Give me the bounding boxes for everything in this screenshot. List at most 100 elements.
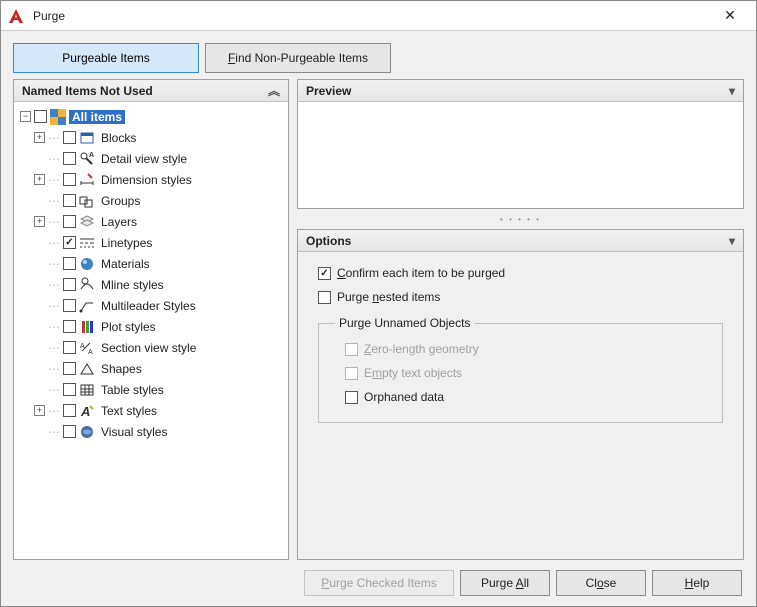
tree-expand-toggle[interactable]: + <box>34 405 45 416</box>
tree-item-checkbox[interactable] <box>63 194 76 207</box>
preview-header[interactable]: Preview ▾ <box>298 80 743 102</box>
table-styles-icon <box>79 382 95 398</box>
tree-item-checkbox[interactable] <box>63 215 76 228</box>
tree-connector-icon: ⋯ <box>48 362 60 376</box>
tree-item-checkbox[interactable] <box>63 236 76 249</box>
tree-connector-icon: ⋯ <box>48 194 60 208</box>
orphaned-data-checkbox[interactable]: Orphaned data <box>345 390 706 404</box>
tree-connector-icon: ⋯ <box>48 173 60 187</box>
preview-area <box>298 102 743 208</box>
close-button[interactable]: Close <box>556 570 646 596</box>
purge-unnamed-group: Purge Unnamed Objects Zero-length geomet… <box>318 316 723 423</box>
tree-item-checkbox[interactable] <box>63 383 76 396</box>
svg-text:A: A <box>80 404 90 419</box>
expand-arrow-icon: ▾ <box>729 84 735 98</box>
preview-title: Preview <box>306 84 351 98</box>
close-window-button[interactable]: ✕ <box>710 1 750 30</box>
tree-connector-icon: ⋯ <box>48 383 60 397</box>
tree-item-label[interactable]: Dimension styles <box>98 173 195 187</box>
mode-tabs: Purgeable Items Find Non-Purgeable Items <box>13 43 744 73</box>
tree-item-label[interactable]: Multileader Styles <box>98 299 199 313</box>
tree-expand-toggle[interactable]: + <box>34 216 45 227</box>
expand-arrow-icon: ▾ <box>729 234 735 248</box>
tree-connector-icon: ⋯ <box>48 425 60 439</box>
tree-connector-icon: ⋯ <box>48 341 60 355</box>
items-panel: Named Items Not Used ︽ − All items + ⋯ <box>13 79 289 560</box>
tree-item-label[interactable]: Shapes <box>98 362 145 376</box>
tree-item-checkbox[interactable] <box>63 173 76 186</box>
tree-connector-icon: ⋯ <box>48 152 60 166</box>
layers-icon <box>79 214 95 230</box>
collapse-chevrons-icon: ︽ <box>268 82 280 99</box>
tree-item-label[interactable]: Blocks <box>98 131 139 145</box>
tree-item-checkbox[interactable] <box>63 278 76 291</box>
all-items-icon <box>50 109 66 125</box>
tree-expand-toggle[interactable]: + <box>34 174 45 185</box>
empty-text-checkbox: Empty text objects <box>345 366 706 380</box>
tree-item-label[interactable]: Plot styles <box>98 320 159 334</box>
tab-find-non-purgeable[interactable]: Find Non-Purgeable Items <box>205 43 391 73</box>
tree-item-label[interactable]: Materials <box>98 257 153 271</box>
linetypes-icon <box>79 235 95 251</box>
section-view-icon: AA <box>79 340 95 356</box>
tree-item-checkbox[interactable] <box>63 152 76 165</box>
tab-purgeable-items[interactable]: Purgeable Items <box>13 43 199 73</box>
tree-item-label[interactable]: Detail view style <box>98 152 190 166</box>
blocks-icon <box>79 130 95 146</box>
tree-item-label[interactable]: Text styles <box>98 404 160 418</box>
button-bar: Purge Checked Items Purge All Close Help <box>13 566 744 598</box>
mline-icon <box>79 277 95 293</box>
tree-item-label[interactable]: Table styles <box>98 383 167 397</box>
items-tree[interactable]: − All items + ⋯ Blocks <box>14 102 288 559</box>
app-icon <box>7 7 25 25</box>
tree-connector-icon: ⋯ <box>48 215 60 229</box>
tree-root-label[interactable]: All items <box>69 110 125 124</box>
items-panel-title: Named Items Not Used <box>22 84 153 98</box>
visual-styles-icon <box>79 424 95 440</box>
plot-styles-icon <box>79 319 95 335</box>
tree-item-checkbox[interactable] <box>63 404 76 417</box>
options-title: Options <box>306 234 351 248</box>
purge-all-button[interactable]: Purge All <box>460 570 550 596</box>
tree-item-label[interactable]: Groups <box>98 194 143 208</box>
tree-connector-icon: ⋯ <box>48 131 60 145</box>
tree-item-label[interactable]: Mline styles <box>98 278 167 292</box>
tree-connector-icon: ⋯ <box>48 404 60 418</box>
text-styles-icon: A <box>79 403 95 419</box>
tree-item-label[interactable]: Section view style <box>98 341 199 355</box>
purge-dialog: Purge ✕ Purgeable Items Find Non-Purgeab… <box>0 0 757 607</box>
tree-item-label[interactable]: Layers <box>98 215 140 229</box>
purge-nested-checkbox[interactable]: Purge nested items <box>318 290 723 304</box>
materials-icon <box>79 256 95 272</box>
options-panel: Options ▾ Confirm each item to be purged… <box>297 229 744 560</box>
multileader-icon <box>79 298 95 314</box>
tree-item-checkbox[interactable] <box>63 131 76 144</box>
groups-icon <box>79 193 95 209</box>
shapes-icon <box>79 361 95 377</box>
tree-item-checkbox[interactable] <box>63 299 76 312</box>
svg-text:A: A <box>89 152 94 159</box>
preview-panel: Preview ▾ <box>297 79 744 209</box>
tree-item-label[interactable]: Linetypes <box>98 236 155 250</box>
tree-expand-toggle[interactable]: + <box>34 132 45 143</box>
tree-item-checkbox[interactable] <box>63 257 76 270</box>
purge-unnamed-legend: Purge Unnamed Objects <box>335 316 474 330</box>
dimension-style-icon <box>79 172 95 188</box>
splitter-handle[interactable]: • • • • • <box>297 215 744 223</box>
titlebar: Purge ✕ <box>1 1 756 31</box>
tree-connector-icon: ⋯ <box>48 236 60 250</box>
items-panel-header[interactable]: Named Items Not Used ︽ <box>14 80 288 102</box>
tree-connector-icon: ⋯ <box>48 278 60 292</box>
detail-view-icon: A <box>79 151 95 167</box>
tree-item-checkbox[interactable] <box>63 341 76 354</box>
help-button[interactable]: Help <box>652 570 742 596</box>
confirm-each-item-checkbox[interactable]: Confirm each item to be purged <box>318 266 723 280</box>
tree-item-checkbox[interactable] <box>63 425 76 438</box>
options-header[interactable]: Options ▾ <box>298 230 743 252</box>
tree-connector-icon: ⋯ <box>48 257 60 271</box>
tree-item-checkbox[interactable] <box>63 320 76 333</box>
tree-collapse-toggle[interactable]: − <box>20 111 31 122</box>
tree-root-checkbox[interactable] <box>34 110 47 123</box>
tree-item-label[interactable]: Visual styles <box>98 425 170 439</box>
tree-item-checkbox[interactable] <box>63 362 76 375</box>
